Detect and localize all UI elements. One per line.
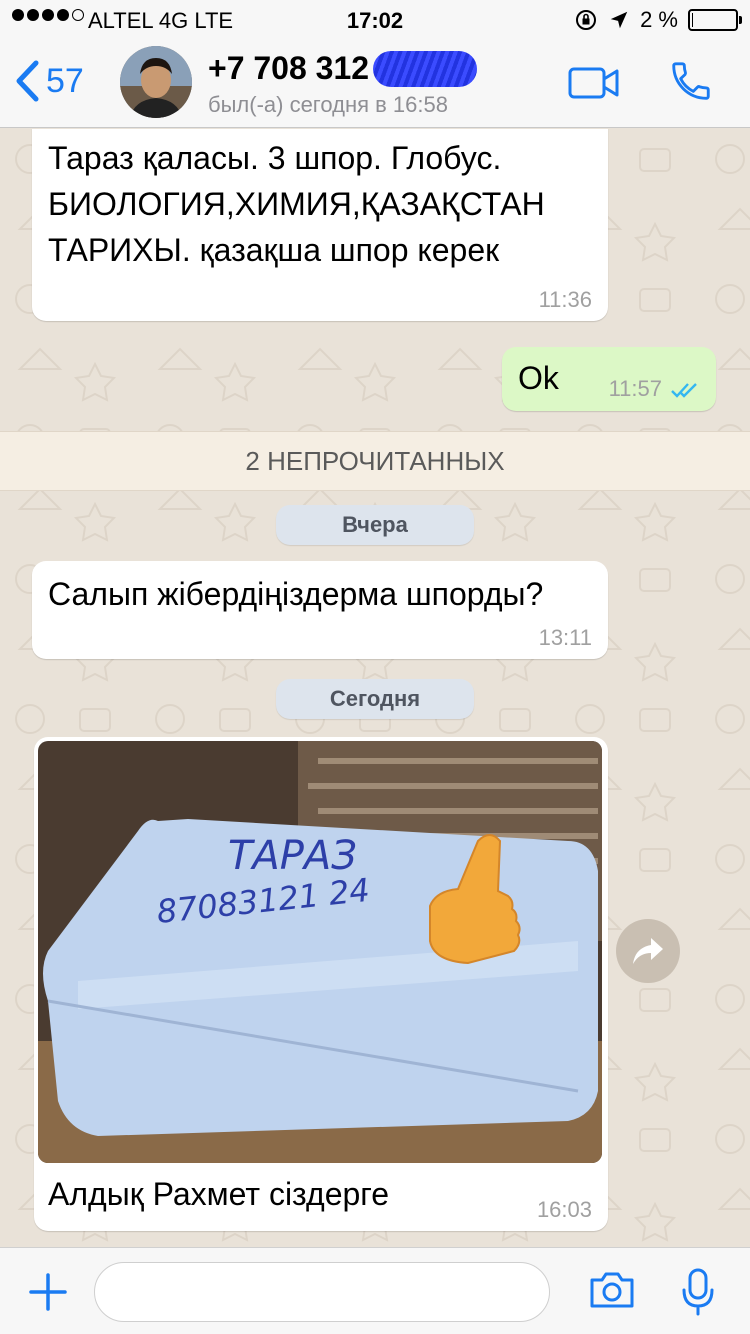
chevron-left-icon bbox=[16, 60, 39, 102]
message-time: 11:36 bbox=[538, 287, 592, 312]
back-unread-count: 57 bbox=[46, 61, 84, 100]
photo-attachment[interactable]: ТАРАЗ 87083121 24 bbox=[38, 741, 602, 1163]
phone-icon[interactable] bbox=[668, 58, 714, 104]
status-bar: ALTEL 4G LTE 17:02 2 % bbox=[0, 0, 750, 40]
message-outgoing[interactable]: Ok 11:57 bbox=[502, 347, 716, 411]
message-time: 13:11 bbox=[538, 625, 592, 650]
date-separator-today: Сегодня bbox=[276, 679, 474, 719]
photo-caption: Алдық Рахмет сіздерге bbox=[48, 1176, 390, 1212]
message-time: 11:57 bbox=[608, 376, 662, 401]
video-call-icon[interactable] bbox=[568, 66, 620, 100]
message-time: 16:03 bbox=[536, 1197, 592, 1222]
battery-percent: 2 % bbox=[640, 7, 678, 32]
camera-icon[interactable] bbox=[588, 1270, 636, 1310]
message-incoming[interactable]: Салып жібердіңіздерма шпорды? 13:11 bbox=[32, 561, 608, 659]
chat-header: 57 +7 708 312 был(-а) сегодня в 16:58 bbox=[0, 40, 750, 128]
chat-area[interactable]: Тараз қаласы. 3 шпор. Глобус. БИОЛОГИЯ,Х… bbox=[0, 129, 750, 1247]
forward-icon bbox=[633, 938, 663, 964]
battery-icon bbox=[688, 9, 742, 31]
double-check-icon bbox=[671, 383, 697, 398]
message-input[interactable] bbox=[94, 1262, 550, 1322]
message-text: Салып жібердіңіздерма шпорды? bbox=[48, 576, 544, 612]
photo-handwriting-title: ТАРАЗ bbox=[228, 833, 357, 879]
message-incoming[interactable]: Тараз қаласы. 3 шпор. Глобус. БИОЛОГИЯ,Х… bbox=[32, 129, 608, 321]
message-text: Тараз қаласы. 3 шпор. Глобус. БИОЛОГИЯ,Х… bbox=[48, 140, 545, 268]
forward-button[interactable] bbox=[616, 919, 680, 983]
avatar[interactable] bbox=[120, 46, 192, 118]
plus-icon[interactable] bbox=[28, 1272, 68, 1312]
back-button[interactable]: 57 bbox=[14, 60, 84, 102]
unread-banner: 2 НЕПРОЧИТАННЫХ bbox=[0, 431, 750, 491]
message-text: Ok bbox=[518, 360, 559, 396]
date-separator-yesterday: Вчера bbox=[276, 505, 474, 545]
redaction-scribble bbox=[373, 50, 478, 87]
contact-name[interactable]: +7 708 312 bbox=[208, 50, 478, 87]
location-arrow-icon bbox=[610, 11, 628, 29]
message-incoming-photo[interactable]: ТАРАЗ 87083121 24 Алдық Рахмет сіздерге … bbox=[34, 737, 608, 1231]
microphone-icon[interactable] bbox=[678, 1268, 718, 1316]
contact-number: +7 708 312 bbox=[208, 50, 370, 86]
last-seen-status: был(-а) сегодня в 16:58 bbox=[208, 92, 448, 117]
message-input-bar bbox=[0, 1247, 750, 1334]
rotation-lock-icon bbox=[576, 10, 597, 30]
